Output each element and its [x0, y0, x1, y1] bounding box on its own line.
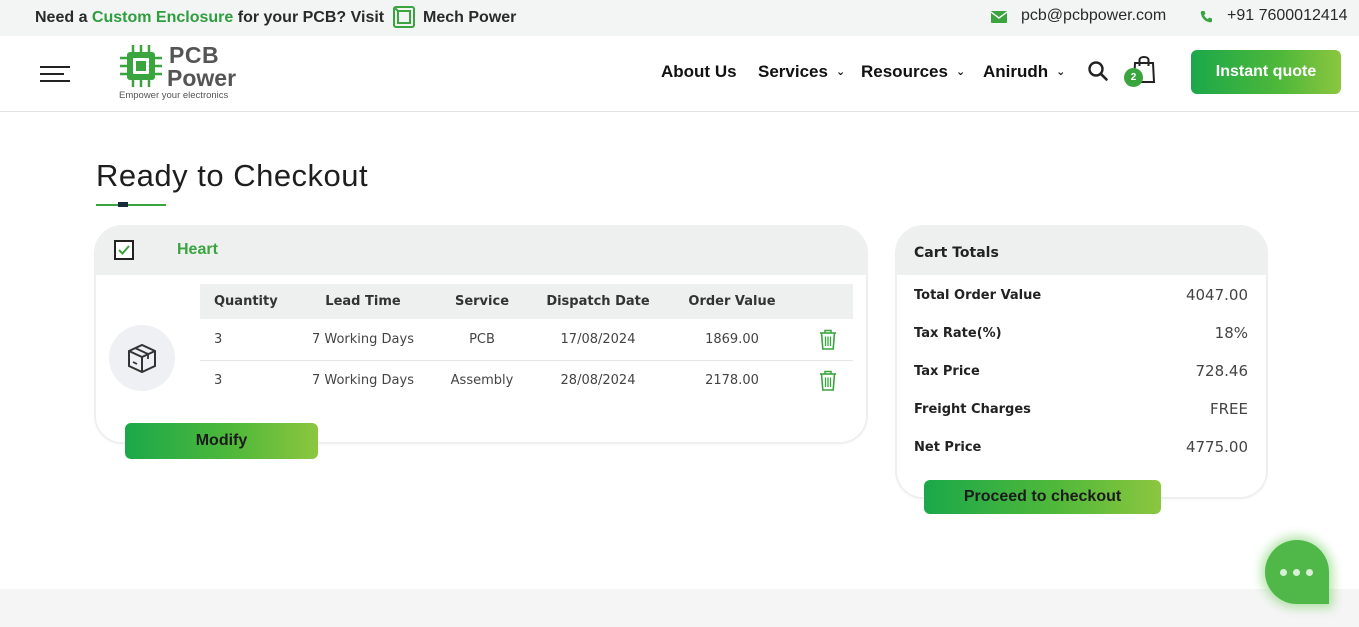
col-actions	[802, 284, 853, 319]
nav-user-label: Anirudh	[983, 62, 1049, 81]
cell-service: Assembly	[450, 373, 514, 389]
chevron-down-icon: ⌄	[955, 66, 966, 78]
table-row: 3 7 Working Days PCB 17/08/2024 1869.00	[200, 319, 853, 361]
cart-totals-header: Cart Totals	[897, 227, 1266, 275]
phone-text: +91 7600012414	[1227, 7, 1348, 24]
modify-button[interactable]: Modify	[125, 423, 318, 459]
instant-quote-button[interactable]: Instant quote	[1191, 50, 1341, 94]
cart-count-badge: 2	[1124, 68, 1143, 87]
product-card-header: Heart	[96, 227, 866, 275]
pcb-power-logo[interactable]: PCB Power Empower your electronics	[119, 42, 249, 102]
chat-icon[interactable]	[1265, 540, 1329, 604]
tax-rate-value: 18%	[1214, 324, 1248, 342]
nav-user-account[interactable]: Anirudh ⌄	[983, 62, 1065, 82]
site-header: PCB Power Empower your electronics About…	[0, 36, 1359, 112]
page-title: Ready to Checkout	[96, 158, 369, 193]
cart-totals-card: Cart Totals Total Order Value 4047.00 Ta…	[897, 227, 1266, 514]
promo-text: Need a Custom Enclosure for your PCB? Vi…	[35, 6, 516, 28]
cell-actions	[802, 319, 853, 361]
phone-icon	[1200, 11, 1212, 23]
cell-order-value: 1869.00	[662, 319, 802, 361]
cell-dispatch-date: 17/08/2024	[534, 319, 662, 361]
logo-word-power: Power	[167, 65, 237, 91]
tax-price-value: 728.46	[1195, 362, 1249, 380]
tax-price-label: Tax Price	[914, 364, 980, 379]
promo-middle: for your PCB? Visit	[237, 9, 385, 26]
chevron-down-icon: ⌄	[835, 66, 846, 78]
title-underline	[96, 202, 166, 207]
nav-services[interactable]: Services ⌄	[758, 62, 845, 82]
nav-resources-label: Resources	[861, 62, 948, 81]
email-contact[interactable]: pcb@pcbpower.com	[991, 7, 1166, 25]
cell-actions	[802, 360, 853, 401]
net-price-value: 4775.00	[1185, 438, 1248, 456]
net-price-label: Net Price	[914, 440, 982, 455]
product-thumbnail	[109, 325, 175, 391]
cart-totals-title: Cart Totals	[914, 245, 999, 261]
box-icon	[128, 343, 156, 374]
footer-band	[0, 589, 1359, 627]
envelope-icon	[991, 11, 1007, 23]
trash-icon[interactable]	[819, 329, 837, 350]
mech-power-icon[interactable]	[392, 6, 415, 28]
tax-rate-row: Tax Rate(%) 18%	[914, 324, 1248, 346]
top-promo-bar: Need a Custom Enclosure for your PCB? Vi…	[0, 0, 1359, 36]
chip-logo-icon	[120, 45, 162, 87]
total-order-value-row: Total Order Value 4047.00	[914, 286, 1248, 308]
table-row: 3 7 Working Days Assembly 28/08/2024 217…	[200, 360, 853, 401]
nav-about-us-label: About Us	[661, 62, 737, 81]
proceed-to-checkout-button[interactable]: Proceed to checkout	[924, 480, 1161, 514]
product-name: Heart	[177, 241, 218, 258]
cell-order-value: 2178.00	[705, 373, 759, 389]
promo-prefix: Need a	[35, 9, 88, 26]
tax-rate-label: Tax Rate(%)	[914, 326, 1002, 341]
nav-resources[interactable]: Resources ⌄	[861, 62, 965, 82]
cell-quantity: 3	[200, 319, 296, 361]
col-lead-time: Lead Time	[296, 284, 430, 319]
product-select-checkbox[interactable]	[114, 240, 134, 260]
phone-contact[interactable]: +91 7600012414	[1200, 7, 1348, 25]
cell-lead-time: 7 Working Days	[296, 319, 430, 361]
logo-tagline: Empower your electronics	[119, 90, 229, 101]
freight-charges-row: Freight Charges FREE	[914, 400, 1248, 422]
search-icon[interactable]	[1087, 60, 1109, 82]
col-order-value: Order Value	[662, 284, 802, 319]
cell-quantity: 3	[214, 373, 223, 389]
email-text: pcb@pcbpower.com	[1021, 7, 1167, 24]
freight-charges-label: Freight Charges	[914, 402, 1031, 417]
checkbox-icon	[118, 245, 130, 255]
tax-price-row: Tax Price 728.46	[914, 362, 1249, 384]
net-price-row: Net Price 4775.00	[914, 438, 1248, 460]
freight-charges-value: FREE	[1209, 400, 1248, 418]
product-card: Heart Quantity Lead Time Service Dispatc…	[96, 227, 866, 459]
order-lines-table: Quantity Lead Time Service Dispatch Date…	[200, 284, 853, 401]
menu-icon[interactable]	[40, 66, 70, 82]
mech-power-link[interactable]: Mech Power	[423, 9, 516, 26]
cell-service: PCB	[430, 319, 534, 361]
total-order-value-label: Total Order Value	[914, 288, 1042, 303]
cell-lead-time: 7 Working Days	[311, 373, 414, 389]
nav-about-us[interactable]: About Us	[661, 62, 737, 82]
chevron-down-icon: ⌄	[1056, 66, 1066, 78]
nav-services-label: Services	[758, 62, 828, 81]
custom-enclosure-link[interactable]: Custom Enclosure	[92, 9, 233, 26]
col-quantity: Quantity	[200, 284, 296, 319]
total-order-value: 4047.00	[1185, 286, 1248, 304]
col-dispatch-date: Dispatch Date	[534, 284, 662, 319]
cell-dispatch-date: 28/08/2024	[560, 373, 636, 389]
trash-icon[interactable]	[819, 370, 837, 392]
col-service: Service	[430, 284, 534, 319]
